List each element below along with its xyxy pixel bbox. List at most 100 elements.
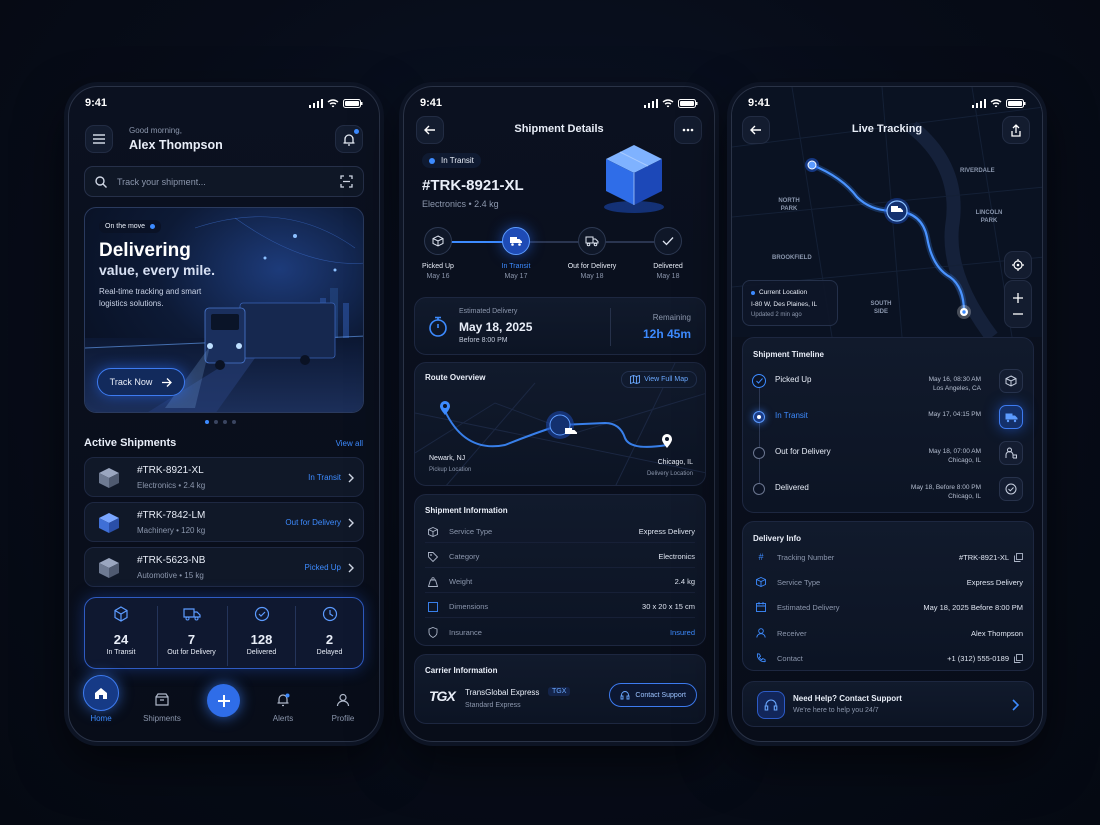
delivery-info-title: Delivery Info <box>753 534 802 543</box>
locate-button[interactable] <box>1004 251 1032 279</box>
timeline-item[interactable]: Out for Delivery May 18, 07:00 AM Chicago… <box>743 438 1033 474</box>
timeline-dot <box>753 447 765 459</box>
shipment-meta: Electronics • 2.4 kg <box>422 199 499 209</box>
step-date: May 18 <box>656 273 680 280</box>
scan-icon[interactable] <box>340 175 353 188</box>
step-picked-up[interactable]: Picked Up May 16 <box>408 227 468 280</box>
eta-time: Before 8:00 PM <box>459 337 508 344</box>
copy-icon[interactable] <box>1014 552 1023 562</box>
weight-icon <box>428 576 438 587</box>
step-label: Delivered <box>653 263 683 270</box>
step-delivered[interactable]: Delivered May 18 <box>638 227 698 280</box>
timeline-label: Picked Up <box>775 375 812 384</box>
shipment-status: Picked Up <box>304 563 341 572</box>
nav-alerts[interactable]: Alerts <box>255 693 311 723</box>
menu-button[interactable] <box>85 125 113 153</box>
delivery-value: May 18, 2025 Before 8:00 PM <box>923 602 1023 612</box>
truck-icon <box>182 608 201 621</box>
map-label: LINCOLN PARK <box>975 210 1003 224</box>
zoom-in-icon[interactable] <box>1013 293 1023 303</box>
origin-label: Pickup Location <box>429 467 472 473</box>
stat-label: In Transit <box>106 649 136 656</box>
check-circle-icon <box>254 606 269 622</box>
add-shipment-button[interactable] <box>207 684 240 717</box>
remaining-label: Remaining <box>652 313 691 322</box>
contact-support-button[interactable]: Contact Support <box>609 683 697 707</box>
box-icon <box>1005 375 1017 387</box>
zoom-out-icon[interactable] <box>1013 313 1023 315</box>
shipment-row[interactable]: #TRK-8921-XL Electronics • 2.4 kg In Tra… <box>84 457 364 497</box>
carousel-dot[interactable] <box>232 420 236 424</box>
copy-icon[interactable] <box>1014 653 1023 663</box>
status-bar: 9:41 <box>85 95 363 111</box>
crosshair-icon <box>1012 259 1024 271</box>
user-name: Alex Thompson <box>129 138 223 152</box>
stat-out-for-delivery[interactable]: 7 Out for Delivery <box>157 606 225 666</box>
stat-delayed[interactable]: 2 Delayed <box>295 606 363 666</box>
package-icon <box>99 468 119 488</box>
carousel-dots[interactable] <box>205 420 236 424</box>
nav-label: Profile <box>331 714 355 723</box>
search-bar[interactable]: Track your shipment... <box>84 166 364 197</box>
package-icon <box>99 558 119 578</box>
timeline-item[interactable]: Picked Up May 16, 08:30 AM Los Angeles, C… <box>743 366 1033 402</box>
nav-profile[interactable]: Profile <box>315 693 371 723</box>
hero-badge: On the move <box>99 220 162 233</box>
timeline-icon <box>999 369 1023 393</box>
stat-delivered[interactable]: 128 Delivered <box>227 606 295 666</box>
shipment-row[interactable]: #TRK-7842-LM Machinery • 120 kg Out for … <box>84 502 364 542</box>
step-circle <box>578 227 606 255</box>
status-badge: In Transit <box>422 153 481 168</box>
stat-in-transit[interactable]: 24 In Transit <box>87 606 155 666</box>
nav-shipments[interactable]: Shipments <box>134 693 190 723</box>
shipment-meta: Electronics • 2.4 kg <box>137 481 206 490</box>
help-card[interactable]: Need Help? Contact Support We're here to… <box>742 681 1034 727</box>
track-now-button[interactable]: Track Now <box>97 368 185 396</box>
search-input[interactable]: Track your shipment... <box>117 177 206 187</box>
map-icon <box>630 375 641 384</box>
timeline-dot-active <box>753 411 765 423</box>
check-icon <box>755 378 763 384</box>
delivery-value: Alex Thompson <box>971 628 1023 638</box>
carousel-dot[interactable] <box>214 420 218 424</box>
step-out-for-delivery[interactable]: Out for Delivery May 18 <box>562 227 622 280</box>
timeline-item[interactable]: Delivered May 18, Before 8:00 PM Chicago,… <box>743 474 1033 510</box>
status-time: 9:41 <box>420 97 443 109</box>
shipment-timeline-card: Shipment Timeline Picked Up May 16, 08:3… <box>742 337 1034 513</box>
hero-banner: On the move Delivering value, every mile… <box>84 207 364 413</box>
carousel-dot[interactable] <box>223 420 227 424</box>
hero-title-1: Delivering <box>99 240 191 261</box>
bell-icon <box>343 133 355 146</box>
delivery-person-icon <box>1005 447 1017 459</box>
delivery-label: Tracking Number <box>777 552 835 562</box>
nav-home[interactable]: Home <box>73 675 129 723</box>
step-in-transit[interactable]: In Transit May 17 <box>486 227 546 280</box>
shipment-id: #TRK-5623-NB <box>137 555 206 566</box>
info-value: Express Delivery <box>638 527 695 536</box>
info-label: Insurance <box>449 627 482 637</box>
more-button[interactable] <box>674 116 702 144</box>
shipment-row[interactable]: #TRK-5623-NB Automotive • 15 kg Picked U… <box>84 547 364 587</box>
timeline-item-active[interactable]: In Transit May 17, 04:15 PM <box>743 402 1033 438</box>
view-full-map-button[interactable]: View Full Map <box>621 371 697 388</box>
delivery-info-card: Delivery Info # Tracking Number #TRK-892… <box>742 521 1034 671</box>
timeline-icon <box>999 405 1023 429</box>
delivery-label: Service Type <box>777 577 821 587</box>
truck-icon <box>510 237 522 246</box>
share-button[interactable] <box>1002 116 1030 144</box>
delivery-value: Express Delivery <box>966 577 1023 587</box>
view-all-link[interactable]: View all <box>336 439 363 448</box>
current-location-card: Current Location I-80 W, Des Plaines, IL… <box>742 280 838 326</box>
notifications-button[interactable] <box>335 125 363 153</box>
timeline-label: Out for Delivery <box>775 447 831 456</box>
stat-label: Delayed <box>316 649 343 656</box>
shield-icon <box>428 626 438 638</box>
carousel-dot-active[interactable] <box>205 420 209 424</box>
status-time: 9:41 <box>85 97 108 109</box>
shipment-meta: Automotive • 15 kg <box>137 571 204 580</box>
dimensions-icon <box>428 601 438 612</box>
info-label: Service Type <box>449 527 493 536</box>
truck-icon <box>565 428 577 434</box>
notification-dot <box>354 129 359 134</box>
info-value: 30 x 20 x 15 cm <box>642 602 695 611</box>
